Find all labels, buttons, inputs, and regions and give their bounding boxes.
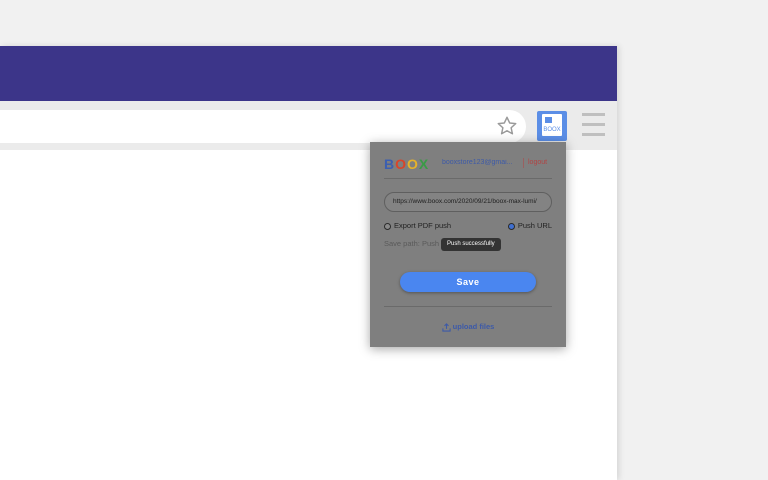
popup-header: BOOX booxstore123@gmai... logout bbox=[384, 156, 552, 172]
url-input[interactable]: https://www.boox.com/2020/09/21/boox-max… bbox=[384, 192, 552, 212]
extension-icon-label: BOOX bbox=[543, 127, 561, 133]
push-mode-options: Export PDF push Push URL bbox=[384, 221, 552, 231]
browser-titlebar bbox=[0, 46, 617, 101]
radio-selected-icon bbox=[507, 222, 515, 230]
header-separator bbox=[523, 158, 524, 168]
upload-files-link[interactable]: upload files bbox=[370, 322, 566, 332]
document-icon: BOOX bbox=[542, 114, 562, 136]
screen: BOOX BOOX booxstore123@gmai... logout ht… bbox=[0, 0, 768, 480]
save-button[interactable]: Save bbox=[400, 272, 536, 292]
export-pdf-radio[interactable]: Export PDF push bbox=[384, 221, 451, 231]
upload-icon bbox=[442, 322, 451, 332]
push-success-toast: Push successfully bbox=[441, 238, 501, 251]
hamburger-menu-icon[interactable] bbox=[582, 113, 605, 137]
boox-logo: BOOX bbox=[384, 156, 430, 172]
boox-extension-popup: BOOX booxstore123@gmai... logout https:/… bbox=[370, 142, 566, 347]
radio-unselected-icon bbox=[384, 222, 391, 230]
account-email: booxstore123@gmai... bbox=[442, 159, 513, 166]
push-url-radio[interactable]: Push URL bbox=[507, 221, 552, 231]
address-bar[interactable] bbox=[0, 110, 526, 143]
divider bbox=[384, 178, 552, 179]
divider bbox=[384, 306, 552, 307]
star-icon[interactable] bbox=[496, 115, 518, 137]
upload-label: upload files bbox=[452, 322, 495, 331]
logout-link[interactable]: logout bbox=[528, 159, 547, 166]
save-path-label: Save path: Push bbox=[384, 239, 440, 248]
boox-extension-icon[interactable]: BOOX bbox=[537, 111, 567, 141]
